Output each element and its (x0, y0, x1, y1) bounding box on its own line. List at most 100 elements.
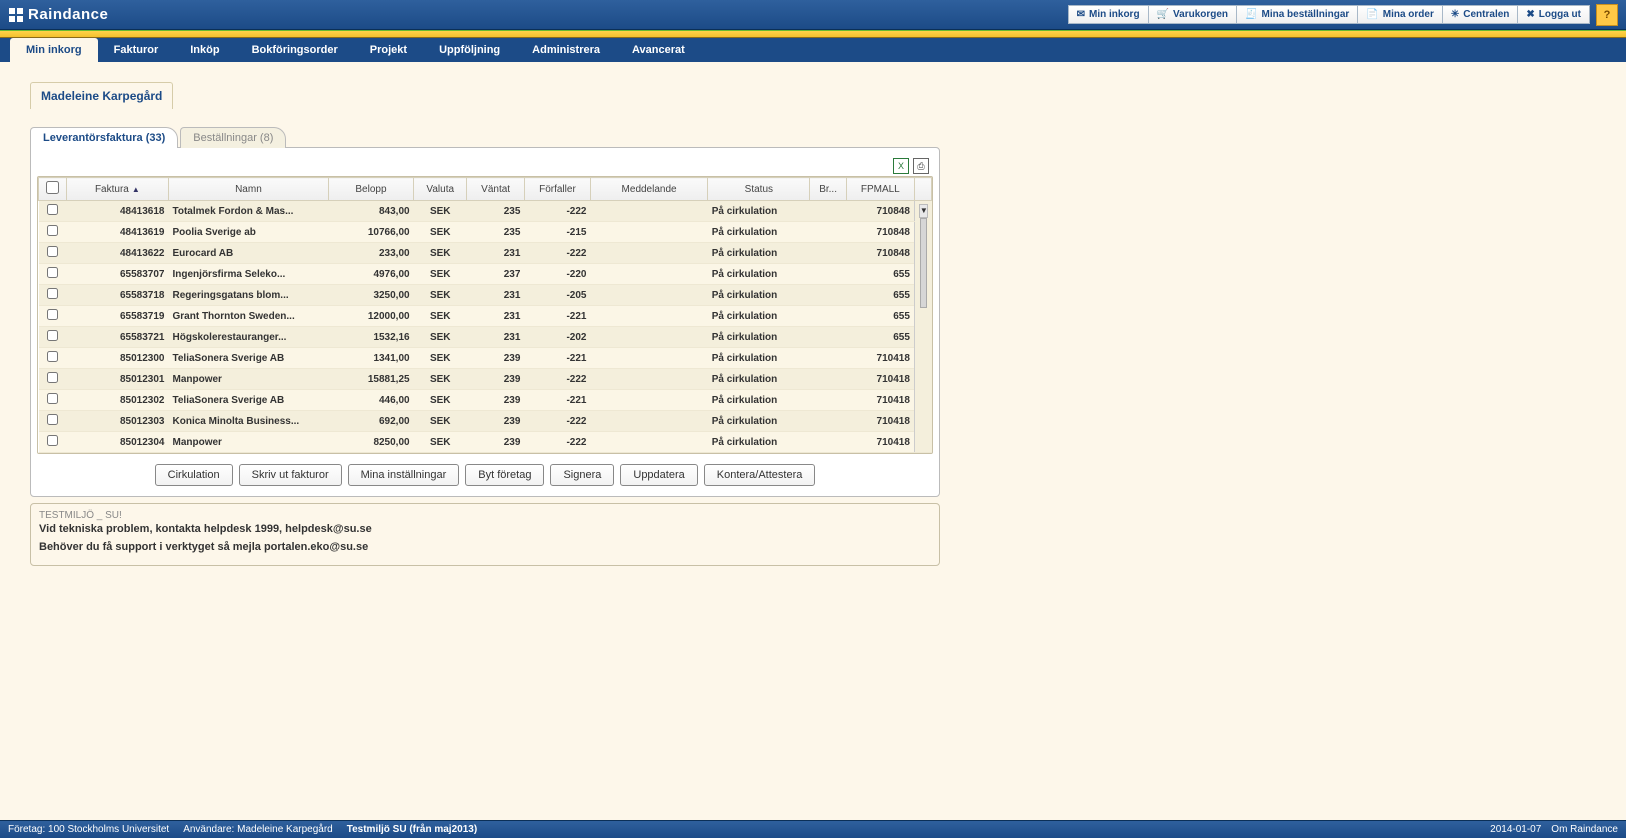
col-header[interactable]: Br... (810, 178, 846, 201)
footer-about[interactable]: Om Raindance (1551, 824, 1618, 835)
col-header[interactable]: Meddelande (590, 178, 707, 201)
action-skriv-ut-fakturor[interactable]: Skriv ut fakturor (239, 464, 342, 486)
inner-tab[interactable]: Beställningar (8) (180, 127, 286, 148)
nav-tab-bokföringsorder[interactable]: Bokföringsorder (236, 38, 354, 62)
col-header[interactable]: Belopp (328, 178, 413, 201)
cell-meddelande (590, 327, 707, 348)
action-signera[interactable]: Signera (550, 464, 614, 486)
cell-namn: TeliaSonera Sverige AB (169, 390, 329, 411)
row-checkbox[interactable] (47, 267, 58, 278)
cell-faktura: 65583718 (66, 285, 168, 306)
cell-br (810, 201, 846, 222)
row-checkbox[interactable] (47, 435, 58, 446)
row-checkbox[interactable] (47, 351, 58, 362)
action-byt-f-retag[interactable]: Byt företag (465, 464, 544, 486)
cell-belopp: 8250,00 (328, 432, 413, 453)
col-header[interactable] (39, 178, 67, 201)
cell-meddelande (590, 243, 707, 264)
print-icon[interactable]: ⎙ (913, 158, 929, 174)
row-checkbox[interactable] (47, 225, 58, 236)
cell-fpmall: 655 (846, 327, 914, 348)
info-title: TESTMILJÖ _ SU! (39, 510, 931, 521)
table-row[interactable]: 65583719Grant Thornton Sweden...12000,00… (39, 306, 932, 327)
topbtn-inbox[interactable]: ✉Min inkorg (1068, 5, 1149, 24)
cell-faktura: 65583719 (66, 306, 168, 327)
inner-tab[interactable]: Leverantörsfaktura (33) (30, 127, 178, 148)
cell-forfaller: -221 (524, 390, 590, 411)
main-nav-tabs: Min inkorgFakturorInköpBokföringsorderPr… (0, 38, 1626, 62)
cell-namn: Högskolerestauranger... (169, 327, 329, 348)
nav-tab-administrera[interactable]: Administrera (516, 38, 616, 62)
row-checkbox[interactable] (47, 414, 58, 425)
table-row[interactable]: 85012301Manpower15881,25SEK239-222På cir… (39, 369, 932, 390)
cell-vantat: 239 (467, 390, 525, 411)
action-mina-inst-llningar[interactable]: Mina inställningar (348, 464, 460, 486)
topbtn-logout[interactable]: ✖Logga ut (1518, 5, 1590, 24)
table-row[interactable]: 85012300TeliaSonera Sverige AB1341,00SEK… (39, 348, 932, 369)
topbtn-label: Mina beställningar (1262, 9, 1350, 20)
cell-status: På cirkulation (708, 201, 810, 222)
table-row[interactable]: 85012304Manpower8250,00SEK239-222På cirk… (39, 432, 932, 453)
scroll-down-icon[interactable]: ▼ (919, 204, 928, 218)
row-checkbox[interactable] (47, 246, 58, 257)
row-checkbox[interactable] (47, 309, 58, 320)
export-excel-icon[interactable]: X (893, 158, 909, 174)
cell-status: På cirkulation (708, 285, 810, 306)
cell-br (810, 369, 846, 390)
col-header[interactable]: Faktura▲ (66, 178, 168, 201)
action-uppdatera[interactable]: Uppdatera (620, 464, 697, 486)
table-row[interactable]: 65583718Regeringsgatans blom...3250,00SE… (39, 285, 932, 306)
nav-tab-avancerat[interactable]: Avancerat (616, 38, 701, 62)
select-all-checkbox[interactable] (46, 181, 59, 194)
table-row[interactable]: 48413619Poolia Sverige ab10766,00SEK235-… (39, 222, 932, 243)
scroll-thumb[interactable] (920, 218, 927, 308)
row-checkbox[interactable] (47, 330, 58, 341)
table-row[interactable]: 65583707Ingenjörsfirma Seleko...4976,00S… (39, 264, 932, 285)
row-checkbox[interactable] (47, 393, 58, 404)
cell-valuta: SEK (414, 327, 467, 348)
cell-forfaller: -202 (524, 327, 590, 348)
cell-belopp: 10766,00 (328, 222, 413, 243)
cell-br (810, 243, 846, 264)
table-row[interactable]: 48413618Totalmek Fordon & Mas...843,00SE… (39, 201, 932, 222)
row-checkbox[interactable] (47, 204, 58, 215)
topbtn-central[interactable]: ✳Centralen (1443, 5, 1519, 24)
col-header[interactable]: Valuta (414, 178, 467, 201)
table-row[interactable]: 85012303Konica Minolta Business...692,00… (39, 411, 932, 432)
sort-asc-icon: ▲ (132, 185, 140, 194)
col-header[interactable]: Namn (169, 178, 329, 201)
info-box: TESTMILJÖ _ SU! Vid tekniska problem, ko… (30, 503, 940, 566)
cell-meddelande (590, 348, 707, 369)
cell-belopp: 1532,16 (328, 327, 413, 348)
col-header[interactable]: FPMALL (846, 178, 914, 201)
cell-belopp: 3250,00 (328, 285, 413, 306)
cell-meddelande (590, 369, 707, 390)
topbtn-orders[interactable]: 🧾Mina beställningar (1237, 5, 1358, 24)
cell-belopp: 1341,00 (328, 348, 413, 369)
nav-tab-projekt[interactable]: Projekt (354, 38, 423, 62)
nav-tab-min-inkorg[interactable]: Min inkorg (10, 38, 98, 62)
topbtn-order[interactable]: 📄Mina order (1358, 5, 1443, 24)
scrollbar[interactable]: ▲▼ (914, 201, 931, 453)
col-header[interactable]: Status (708, 178, 810, 201)
row-checkbox[interactable] (47, 288, 58, 299)
cell-vantat: 231 (467, 327, 525, 348)
cell-faktura: 85012300 (66, 348, 168, 369)
topbtn-cart[interactable]: 🛒Varukorgen (1149, 5, 1237, 24)
topbtn-label: Mina order (1383, 9, 1434, 20)
action-cirkulation[interactable]: Cirkulation (155, 464, 233, 486)
cell-fpmall: 710418 (846, 390, 914, 411)
row-checkbox[interactable] (47, 372, 58, 383)
cell-valuta: SEK (414, 285, 467, 306)
nav-tab-fakturor[interactable]: Fakturor (98, 38, 175, 62)
action-kontera-attestera[interactable]: Kontera/Attestera (704, 464, 816, 486)
nav-tab-inköp[interactable]: Inköp (174, 38, 235, 62)
topbtn-label: Min inkorg (1089, 9, 1140, 20)
col-header[interactable]: Förfaller (524, 178, 590, 201)
table-row[interactable]: 85012302TeliaSonera Sverige AB446,00SEK2… (39, 390, 932, 411)
nav-tab-uppföljning[interactable]: Uppföljning (423, 38, 516, 62)
help-button[interactable]: ? (1596, 4, 1618, 26)
col-header[interactable]: Väntat (467, 178, 525, 201)
table-row[interactable]: 48413622Eurocard AB233,00SEK231-222På ci… (39, 243, 932, 264)
table-row[interactable]: 65583721Högskolerestauranger...1532,16SE… (39, 327, 932, 348)
